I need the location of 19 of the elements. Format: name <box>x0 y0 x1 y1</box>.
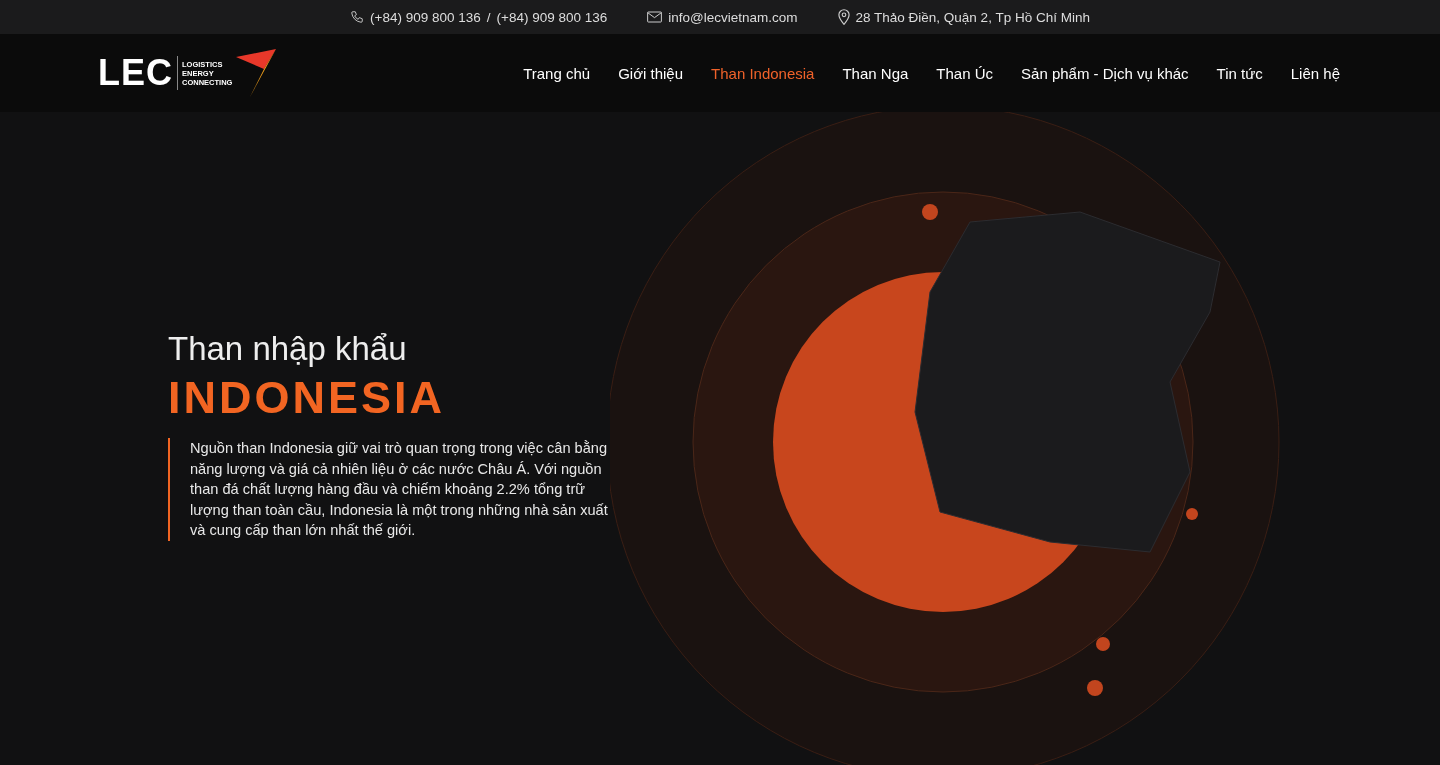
nav-link[interactable]: Liên hệ <box>1290 64 1340 82</box>
nav-link[interactable]: Trang chủ <box>523 64 591 82</box>
nav-link[interactable]: Tin tức <box>1216 64 1263 82</box>
phone-icon <box>350 10 365 24</box>
phone-number[interactable]: (+84) 909 800 136 <box>370 9 481 25</box>
nav-link[interactable]: Sản phẩm - Dịch vụ khác <box>1021 64 1189 82</box>
hero-subtitle: Than nhập khẩu <box>168 330 408 368</box>
nav-link[interactable]: Than Úc <box>936 64 994 82</box>
phone-number[interactable]: / <box>486 9 491 25</box>
location-pin-icon <box>837 9 850 25</box>
mail-icon <box>647 11 663 23</box>
address-text: 28 Thảo Điền, Quận 2, Tp Hồ Chí Minh <box>855 9 1090 25</box>
nav-link[interactable]: Than Indonesia <box>711 64 815 82</box>
nav-link[interactable]: Than Nga <box>842 64 909 82</box>
hero-title: INDONESIA <box>168 372 447 424</box>
phone-number[interactable]: (+84) 909 800 136 <box>496 9 608 25</box>
logo-wordmark[interactable]: LEC <box>98 56 178 90</box>
email-link[interactable]: info@lecvietnam.com <box>668 9 798 25</box>
nav-link[interactable]: Giới thiệu <box>618 64 684 82</box>
